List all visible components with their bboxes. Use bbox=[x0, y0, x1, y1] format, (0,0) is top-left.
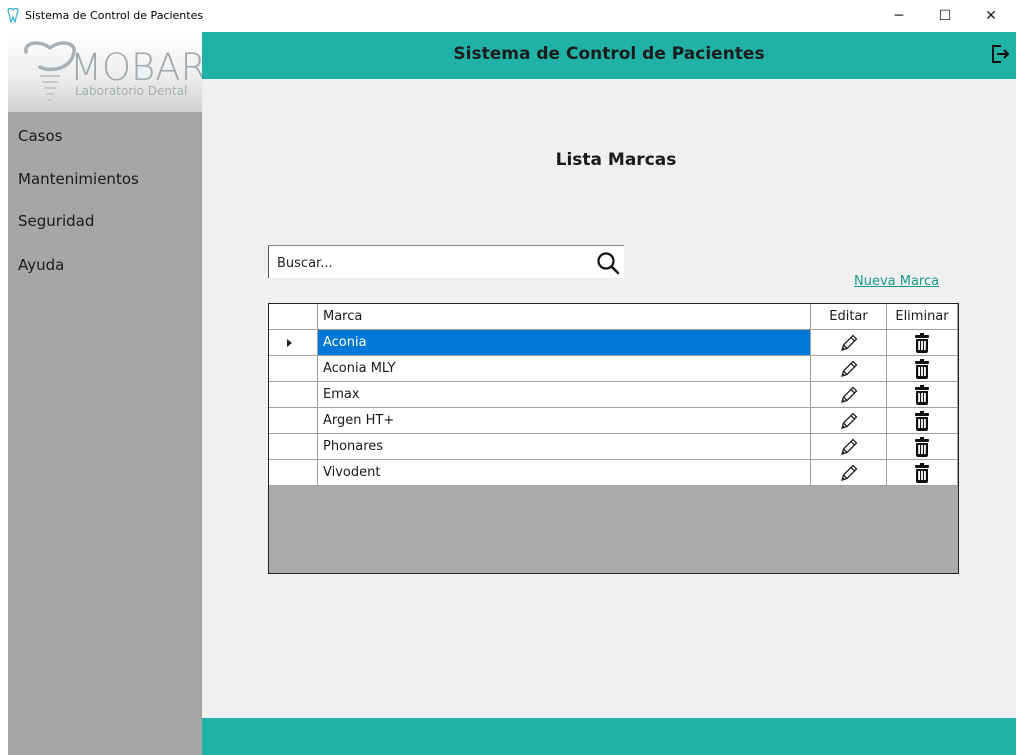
close-button[interactable]: ✕ bbox=[968, 0, 1014, 32]
main-content: Lista Marcas Nueva Marca Marca Editar El… bbox=[202, 79, 1016, 718]
marcas-grid: Marca Editar Eliminar Aconia Aconia MLY Em… bbox=[268, 303, 959, 574]
current-row-indicator-icon bbox=[287, 338, 292, 347]
sidebar-item-mantenimientos[interactable]: Mantenimientos bbox=[18, 170, 139, 188]
delete-button[interactable] bbox=[887, 382, 958, 408]
pencil-icon bbox=[840, 438, 857, 455]
search-input[interactable] bbox=[277, 253, 577, 273]
sidebar-item-casos[interactable]: Casos bbox=[18, 127, 62, 145]
edit-button[interactable] bbox=[811, 356, 887, 382]
sidebar-item-seguridad[interactable]: Seguridad bbox=[18, 212, 94, 230]
edit-button[interactable] bbox=[811, 408, 887, 434]
column-header-editar[interactable]: Editar bbox=[811, 304, 887, 330]
table-row[interactable]: Emax bbox=[269, 382, 958, 408]
header-title: Sistema de Control de Pacientes bbox=[453, 44, 765, 64]
marca-cell[interactable]: Phonares bbox=[318, 434, 811, 460]
header-bar: Sistema de Control de Pacientes bbox=[202, 32, 1016, 79]
pencil-icon bbox=[840, 412, 857, 429]
new-marca-link[interactable]: Nueva Marca bbox=[854, 274, 939, 289]
edit-button[interactable] bbox=[811, 382, 887, 408]
logout-icon[interactable] bbox=[988, 42, 1012, 66]
column-header-eliminar[interactable]: Eliminar bbox=[887, 304, 958, 330]
table-row[interactable]: Phonares bbox=[269, 434, 958, 460]
marca-cell[interactable]: Aconia bbox=[318, 330, 811, 356]
trash-icon bbox=[915, 462, 929, 483]
delete-button[interactable] bbox=[887, 434, 958, 460]
page-title: Lista Marcas bbox=[555, 150, 677, 170]
edit-button[interactable] bbox=[811, 434, 887, 460]
search-icon[interactable] bbox=[595, 250, 621, 276]
minimize-button[interactable]: ─ bbox=[876, 0, 922, 32]
pencil-icon bbox=[840, 334, 857, 351]
tooth-app-icon bbox=[7, 7, 19, 23]
trash-icon bbox=[915, 384, 929, 405]
table-row[interactable]: Aconia bbox=[269, 330, 958, 356]
logo-text: MOBAR bbox=[70, 46, 202, 89]
table-row[interactable]: Argen HT+ bbox=[269, 408, 958, 434]
delete-button[interactable] bbox=[887, 460, 958, 486]
row-header-cell[interactable] bbox=[269, 356, 318, 382]
column-header-marca[interactable]: Marca bbox=[318, 304, 811, 330]
pencil-icon bbox=[840, 386, 857, 403]
table-row[interactable]: Vivodent bbox=[269, 460, 958, 486]
row-header-cell[interactable] bbox=[269, 460, 318, 486]
marca-cell[interactable]: Vivodent bbox=[318, 460, 811, 486]
footer-bar bbox=[202, 718, 1016, 755]
row-header-corner bbox=[269, 304, 318, 330]
row-header-cell[interactable] bbox=[269, 408, 318, 434]
table-row[interactable]: Aconia MLY bbox=[269, 356, 958, 382]
maximize-button[interactable]: ☐ bbox=[922, 0, 968, 32]
marca-cell[interactable]: Emax bbox=[318, 382, 811, 408]
search-box bbox=[268, 245, 624, 278]
delete-button[interactable] bbox=[887, 356, 958, 382]
delete-button[interactable] bbox=[887, 330, 958, 356]
title-bar: Sistema de Control de Pacientes ─ ☐ ✕ bbox=[0, 0, 1016, 32]
logo: MOBAR Laboratorio Dental bbox=[8, 32, 202, 112]
logo-subtext: Laboratorio Dental bbox=[75, 84, 188, 98]
row-header-cell[interactable] bbox=[269, 330, 318, 356]
trash-icon bbox=[915, 358, 929, 379]
window-title: Sistema de Control de Pacientes bbox=[25, 9, 204, 22]
trash-icon bbox=[915, 436, 929, 457]
sidebar: MOBAR Laboratorio Dental Casos Mantenimi… bbox=[8, 32, 202, 755]
sidebar-item-ayuda[interactable]: Ayuda bbox=[18, 256, 64, 274]
marca-cell[interactable]: Argen HT+ bbox=[318, 408, 811, 434]
row-header-cell[interactable] bbox=[269, 382, 318, 408]
grid-header-row: Marca Editar Eliminar bbox=[269, 304, 958, 330]
app-window: Sistema de Control de Pacientes ─ ☐ ✕ MO… bbox=[0, 0, 1016, 755]
delete-button[interactable] bbox=[887, 408, 958, 434]
marca-cell[interactable]: Aconia MLY bbox=[318, 356, 811, 382]
edit-button[interactable] bbox=[811, 330, 887, 356]
trash-icon bbox=[915, 332, 929, 353]
trash-icon bbox=[915, 410, 929, 431]
row-header-cell[interactable] bbox=[269, 434, 318, 460]
edit-button[interactable] bbox=[811, 460, 887, 486]
pencil-icon bbox=[840, 360, 857, 377]
pencil-icon bbox=[840, 464, 857, 481]
